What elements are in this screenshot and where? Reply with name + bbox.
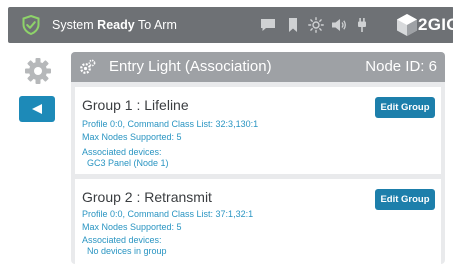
back-arrow-icon xyxy=(32,104,42,114)
associated-devices-label: Associated devices: xyxy=(82,147,162,157)
volume-icon[interactable] xyxy=(331,17,347,33)
brand-logo-icon xyxy=(397,14,417,36)
group-max-nodes: Max Nodes Supported: 5 xyxy=(82,132,182,142)
edit-group-button[interactable]: Edit Group xyxy=(375,189,435,210)
device-title: Entry Light (Association) xyxy=(109,58,272,75)
group-card: Group 2 : Retransmit Profile 0:0, Comman… xyxy=(75,179,441,266)
brightness-icon[interactable] xyxy=(308,17,324,33)
group-title: Group 2 : Retransmit xyxy=(82,189,212,205)
panel-header: Entry Light (Association) Node ID: 6 xyxy=(71,52,445,82)
settings-gear-icon[interactable] xyxy=(24,57,52,85)
settings-gears-icon xyxy=(80,59,96,74)
group-card: Group 1 : Lifeline Profile 0:0, Command … xyxy=(75,87,441,174)
associated-devices-value: No devices in group xyxy=(87,246,167,256)
system-status-text: System Ready To Arm xyxy=(52,18,177,32)
group-max-nodes: Max Nodes Supported: 5 xyxy=(82,222,182,232)
group-title: Group 1 : Lifeline xyxy=(82,97,189,113)
back-button[interactable] xyxy=(19,96,55,122)
association-panel: Entry Light (Association) Node ID: 6 Gro… xyxy=(71,52,445,266)
edit-group-button[interactable]: Edit Group xyxy=(375,97,435,118)
plug-icon[interactable] xyxy=(354,17,370,33)
shield-check-icon xyxy=(22,15,40,35)
message-icon[interactable] xyxy=(260,17,276,33)
screen: System Ready To Arm 2GI Entry Light (Ass… xyxy=(0,0,453,273)
brand-name: 2GIG xyxy=(418,15,453,34)
group-profile: Profile 0:0, Command Class List: 32:3,13… xyxy=(82,119,259,129)
top-status-bar: System Ready To Arm 2GI xyxy=(8,7,453,43)
associated-devices-label: Associated devices: xyxy=(82,235,162,245)
node-id: Node ID: 6 xyxy=(365,58,437,75)
associated-devices-value: GC3 Panel (Node 1) xyxy=(87,158,169,168)
group-profile: Profile 0:0, Command Class List: 37:1,32… xyxy=(82,209,254,219)
bookmark-icon[interactable] xyxy=(285,17,301,33)
